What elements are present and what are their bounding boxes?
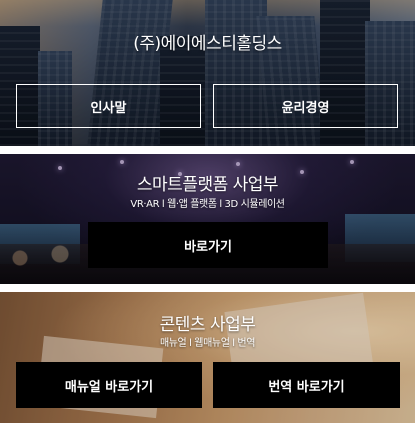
company-hero-section: (주)에이에스티홀딩스 인사말 윤리경영 xyxy=(0,0,415,146)
contents-section: 콘텐츠 사업부 매뉴얼 l 웹매뉴얼 l 번역 매뉴얼 바로가기 번역 바로가기 xyxy=(0,292,415,423)
smart-platform-subtitle: VR·AR l 웹·앱 플랫폼 l 3D 시뮬레이션 xyxy=(130,199,285,210)
smart-platform-go-button-label: 바로가기 xyxy=(184,239,232,255)
greeting-button-label: 인사말 xyxy=(90,100,127,116)
ethics-management-button[interactable]: 윤리경영 xyxy=(213,84,398,128)
translation-go-button-label: 번역 바로가기 xyxy=(268,379,345,395)
smart-platform-title: 스마트플랫폼 사업부 xyxy=(136,175,279,195)
contents-subtitle: 매뉴얼 l 웹매뉴얼 l 번역 xyxy=(159,338,256,349)
ethics-management-button-label: 윤리경영 xyxy=(281,100,330,116)
smart-platform-go-button[interactable]: 바로가기 xyxy=(88,222,328,268)
translation-go-button[interactable]: 번역 바로가기 xyxy=(213,362,400,408)
page: (주)에이에스티홀딩스 인사말 윤리경영 스마트플랫폼 사업부 VR·AR l … xyxy=(0,0,415,423)
greeting-button[interactable]: 인사말 xyxy=(16,84,201,128)
contents-title: 콘텐츠 사업부 xyxy=(159,315,256,335)
manual-go-button[interactable]: 매뉴얼 바로가기 xyxy=(16,362,202,408)
company-title: (주)에이에스티홀딩스 xyxy=(133,34,282,54)
smart-platform-section: 스마트플랫폼 사업부 VR·AR l 웹·앱 플랫폼 l 3D 시뮬레이션 바로… xyxy=(0,154,415,284)
manual-go-button-label: 매뉴얼 바로가기 xyxy=(64,379,154,395)
